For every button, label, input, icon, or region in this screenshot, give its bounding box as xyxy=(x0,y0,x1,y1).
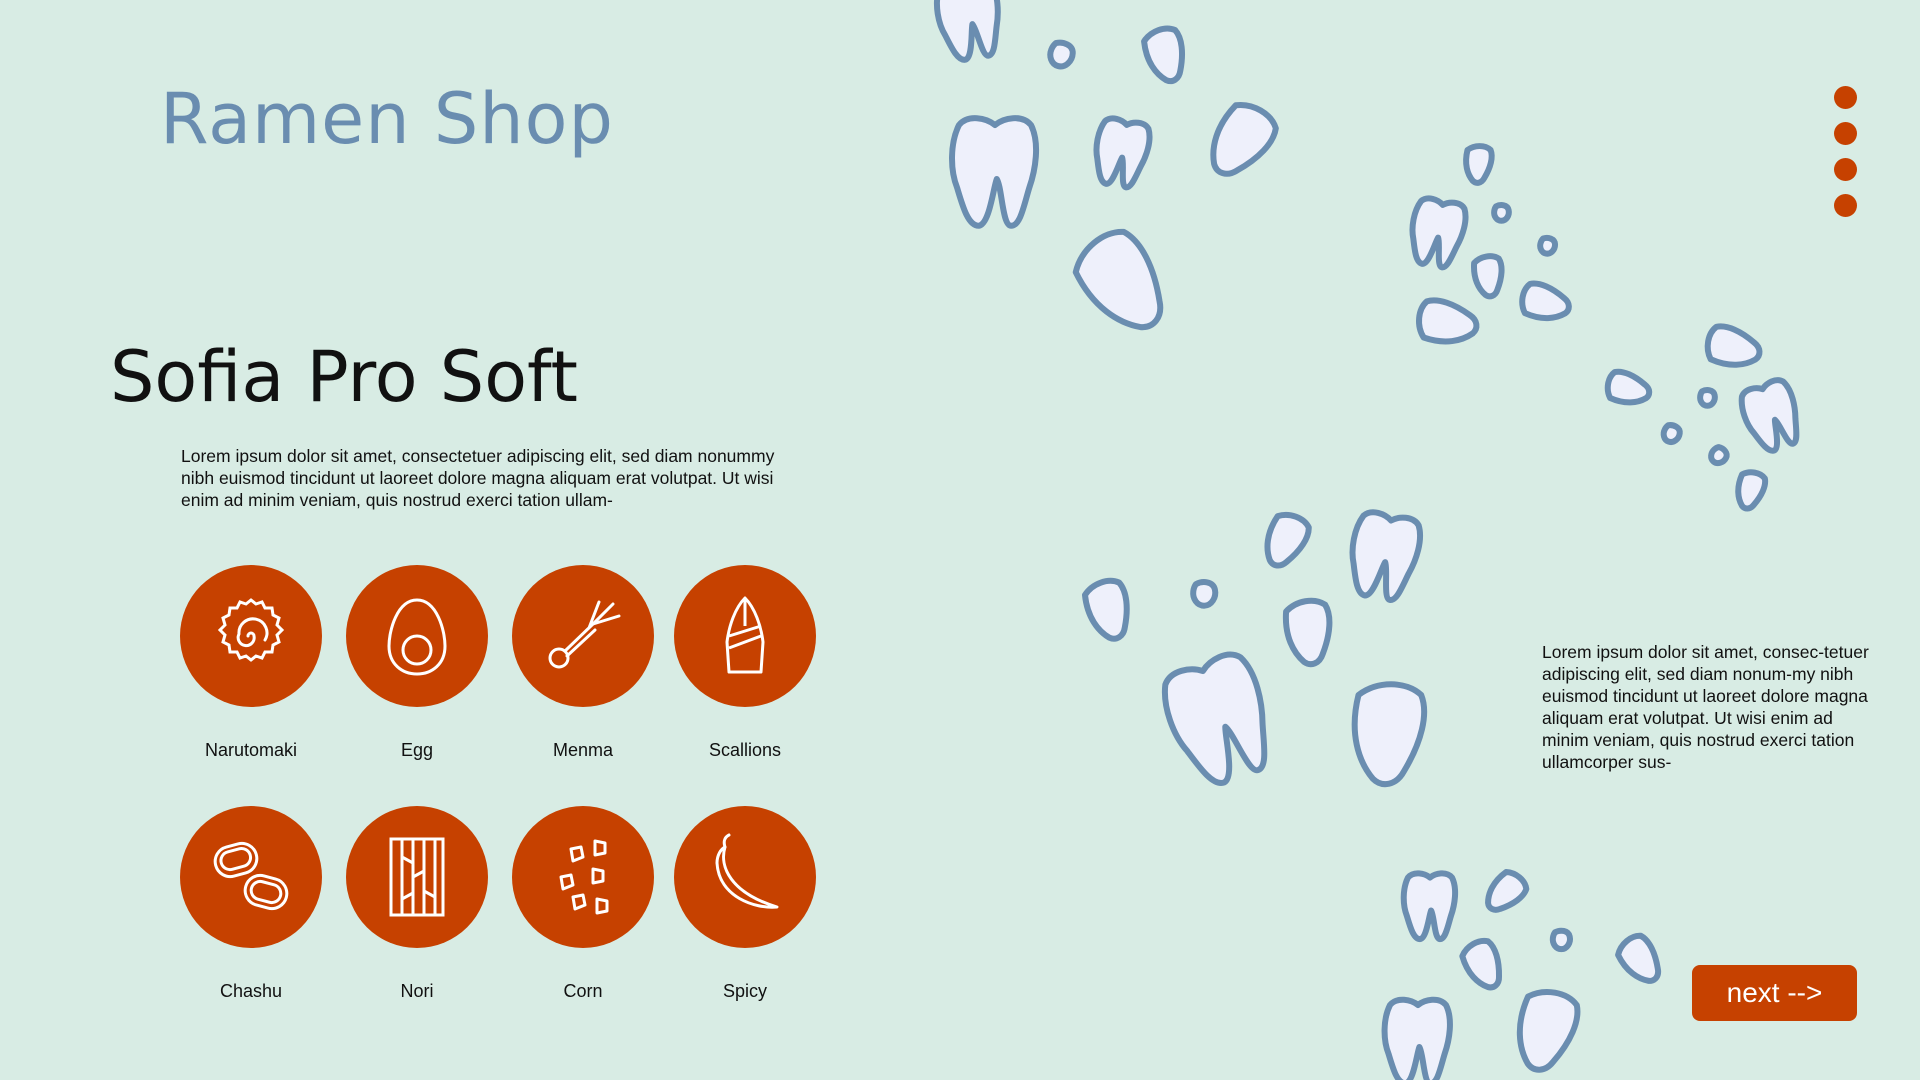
ingredient-menma[interactable]: Menma xyxy=(512,565,654,760)
tooth-doodle xyxy=(1704,323,1763,368)
ingredient-narutomaki[interactable]: Narutomaki xyxy=(180,565,322,760)
tooth-doodle xyxy=(1210,102,1279,177)
tooth-doodle xyxy=(1519,280,1572,322)
egg-icon xyxy=(387,598,447,676)
ingredient-circle[interactable] xyxy=(180,806,322,948)
tooth-doodle xyxy=(1264,511,1312,569)
tooth-doodle xyxy=(1161,651,1268,786)
ingredient-circle[interactable] xyxy=(180,565,322,707)
pagination xyxy=(1834,86,1857,230)
page-dot-1[interactable] xyxy=(1834,86,1857,109)
ingredient-label: Scallions xyxy=(708,740,782,760)
tooth-doodle xyxy=(1549,927,1573,953)
nori-icon xyxy=(389,837,445,917)
ingredient-circle[interactable] xyxy=(346,806,488,948)
tooth-doodle xyxy=(934,0,1001,63)
tooth-doodle xyxy=(1081,577,1130,642)
ingredient-egg[interactable]: Egg xyxy=(346,565,488,760)
ingredient-circle[interactable] xyxy=(674,565,816,707)
tooth-doodle xyxy=(949,115,1040,229)
page-dot-2[interactable] xyxy=(1834,122,1857,145)
tooth-doodle xyxy=(1708,444,1730,467)
tooth-doodle xyxy=(1349,509,1424,603)
tooth-doodle xyxy=(1282,597,1333,668)
intro-paragraph: Lorem ipsum dolor sit amet, consectetuer… xyxy=(181,446,775,510)
tooth-doodle xyxy=(1351,681,1428,788)
page-dot-3[interactable] xyxy=(1834,158,1857,181)
ingredient-corn[interactable]: Corn xyxy=(512,806,654,1001)
next-button[interactable]: next --> xyxy=(1692,965,1857,1021)
tooth-doodle xyxy=(1604,368,1653,406)
page-dot-4[interactable] xyxy=(1834,194,1857,217)
ingredient-nori[interactable]: Nori xyxy=(346,806,488,1001)
tooth-doodle xyxy=(1537,234,1559,257)
tooth-doodle xyxy=(1381,996,1453,1080)
ingredient-circle[interactable] xyxy=(512,806,654,948)
tooth-doodle xyxy=(1463,143,1495,186)
spicy-icon xyxy=(715,833,779,909)
tooth-doodle xyxy=(1485,869,1530,913)
tooth-doodle xyxy=(1093,115,1153,191)
tooth-doodle xyxy=(1735,469,1769,512)
brand-title: Ramen Shop xyxy=(160,78,614,160)
ingredient-circle[interactable] xyxy=(674,806,816,948)
tooth-doodle xyxy=(1516,989,1581,1073)
ingredient-chashu[interactable]: Chashu xyxy=(180,806,322,1001)
tooth-doodle xyxy=(1190,579,1219,609)
tooth-doodle xyxy=(1738,377,1800,454)
narutomaki-icon xyxy=(217,598,285,662)
tooth-doodle xyxy=(1491,202,1512,224)
tooth-doodle xyxy=(1072,228,1164,331)
tooth-doodle xyxy=(1141,25,1185,85)
scallions-icon xyxy=(725,596,765,674)
tooth-doodle xyxy=(1471,253,1505,300)
chashu-icon xyxy=(213,841,289,911)
tooth-doodle xyxy=(1409,195,1469,271)
tooth-doodle xyxy=(1400,870,1459,943)
ingredient-label: Spicy xyxy=(722,981,767,1001)
menma-icon xyxy=(548,600,621,669)
ingredient-spicy[interactable]: Spicy xyxy=(674,806,816,1001)
tooth-doodle xyxy=(1047,39,1076,70)
tooth-doodle xyxy=(1615,932,1662,984)
corn-icon xyxy=(559,839,609,915)
ingredient-circle[interactable] xyxy=(346,565,488,707)
tooth-doodle xyxy=(1416,297,1480,345)
tooth-doodle xyxy=(1459,937,1503,991)
tooth-doodle xyxy=(1697,387,1718,409)
ingredient-scallions[interactable]: Scallions xyxy=(674,565,816,760)
page-title: Sofia Pro Soft xyxy=(110,336,578,418)
ingredient-circle[interactable] xyxy=(512,565,654,707)
tooth-doodle xyxy=(1660,422,1683,445)
side-paragraph: Lorem ipsum dolor sit amet, consec-tetue… xyxy=(1542,642,1869,772)
